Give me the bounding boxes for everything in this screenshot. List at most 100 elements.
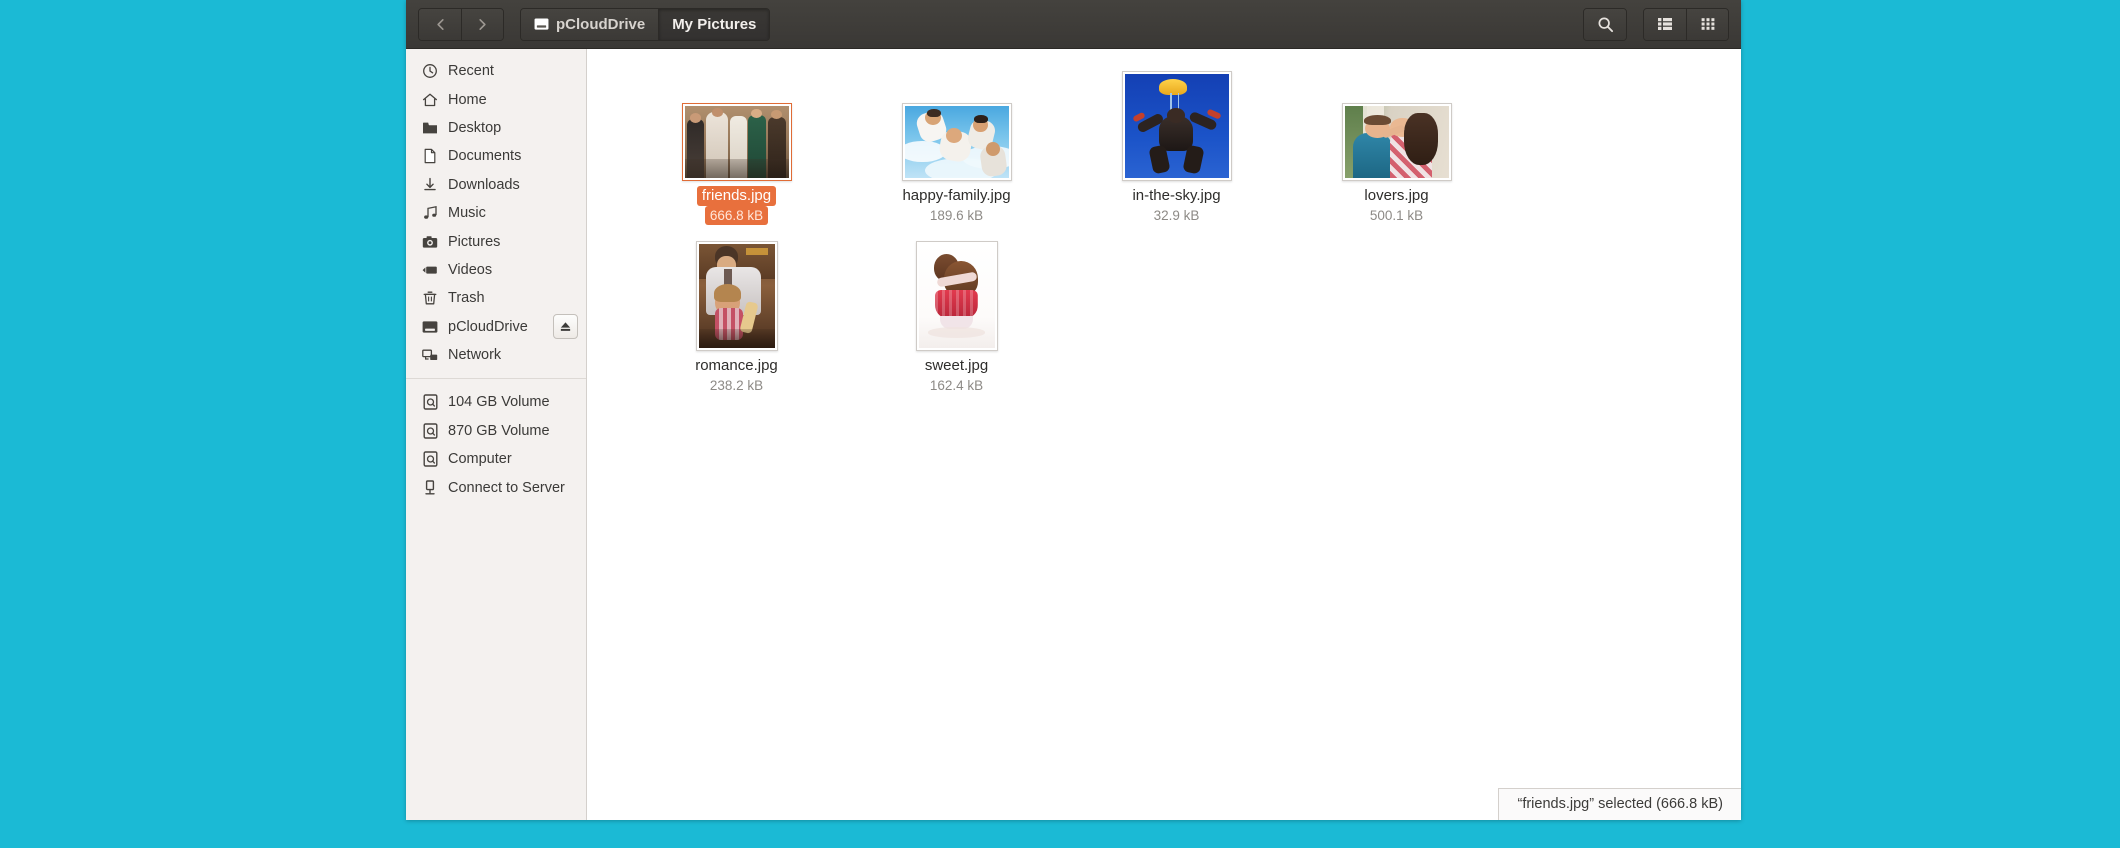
- file-name: romance.jpg: [690, 356, 783, 376]
- sidebar-item-home[interactable]: Home: [406, 85, 586, 113]
- file-item[interactable]: lovers.jpg 500.1 kB: [1309, 65, 1484, 225]
- header-bar: pCloudDrive My Pictures: [406, 0, 1741, 49]
- breadcrumb-label: pCloudDrive: [556, 16, 645, 33]
- sidebar-separator: [406, 378, 586, 379]
- sidebar-item-network[interactable]: Network: [406, 341, 586, 369]
- sidebar-item-label: 870 GB Volume: [448, 423, 550, 439]
- header-actions: [1583, 8, 1729, 41]
- sidebar-item-documents[interactable]: Documents: [406, 142, 586, 170]
- sidebar-item-label: Trash: [448, 290, 485, 306]
- thumbnail: [916, 241, 998, 351]
- sidebar-item-label: Network: [448, 347, 501, 363]
- drive-icon: [422, 319, 438, 335]
- search-icon[interactable]: [1584, 9, 1626, 40]
- server-icon: [422, 480, 438, 496]
- thumbnail: [682, 103, 792, 181]
- video-camera-icon: [422, 262, 438, 278]
- sidebar-item-label: Recent: [448, 63, 494, 79]
- breadcrumb-item-my-pictures[interactable]: My Pictures: [658, 9, 769, 40]
- file-labels: in-the-sky.jpg 32.9 kB: [1127, 186, 1225, 225]
- file-item[interactable]: sweet.jpg 162.4 kB: [869, 235, 1044, 395]
- thumbnail: [1122, 71, 1232, 181]
- thumbnail: [902, 103, 1012, 181]
- sidebar-item-label: Computer: [448, 451, 512, 467]
- sidebar-item-videos[interactable]: Videos: [406, 256, 586, 284]
- file-name: friends.jpg: [697, 186, 776, 206]
- file-name: lovers.jpg: [1359, 186, 1433, 206]
- grid-view-icon[interactable]: [1686, 9, 1728, 40]
- thumbnail-wrapper: [916, 239, 998, 351]
- download-icon: [422, 177, 438, 193]
- sidebar: Recent Home Desktop Documents: [406, 49, 587, 820]
- file-manager-window: pCloudDrive My Pictures: [406, 0, 1741, 820]
- thumbnail-image: [685, 106, 789, 178]
- music-note-icon: [422, 205, 438, 221]
- sidebar-item-recent[interactable]: Recent: [406, 57, 586, 85]
- file-labels: romance.jpg 238.2 kB: [690, 356, 783, 395]
- folder-icon: [422, 120, 438, 136]
- thumbnail-wrapper: [1342, 69, 1452, 181]
- document-icon: [422, 148, 438, 164]
- sidebar-item-label: Connect to Server: [448, 480, 565, 496]
- file-name: in-the-sky.jpg: [1127, 186, 1225, 206]
- file-size: 162.4 kB: [925, 376, 988, 395]
- file-labels: lovers.jpg 500.1 kB: [1359, 186, 1433, 225]
- forward-button[interactable]: [461, 9, 503, 40]
- sidebar-item-label: Home: [448, 92, 487, 108]
- file-item[interactable]: in-the-sky.jpg 32.9 kB: [1089, 65, 1264, 225]
- file-size: 500.1 kB: [1365, 206, 1428, 225]
- sidebar-item-label: 104 GB Volume: [448, 394, 550, 410]
- breadcrumb: pCloudDrive My Pictures: [520, 8, 770, 41]
- view-mode-group: [1643, 8, 1729, 41]
- sidebar-item-music[interactable]: Music: [406, 199, 586, 227]
- file-item[interactable]: happy-family.jpg 189.6 kB: [869, 65, 1044, 225]
- file-item[interactable]: romance.jpg 238.2 kB: [649, 235, 824, 395]
- drive-icon: [534, 18, 549, 31]
- breadcrumb-label: My Pictures: [672, 16, 756, 33]
- list-view-icon[interactable]: [1644, 9, 1686, 40]
- trash-icon: [422, 290, 438, 306]
- sidebar-item-104gb-volume[interactable]: 104 GB Volume: [406, 388, 586, 416]
- thumbnail-image: [919, 244, 995, 348]
- sidebar-item-label: Pictures: [448, 234, 500, 250]
- navigation-buttons: [418, 8, 504, 41]
- sidebar-item-connect-to-server[interactable]: Connect to Server: [406, 473, 586, 501]
- sidebar-item-870gb-volume[interactable]: 870 GB Volume: [406, 417, 586, 445]
- sidebar-item-pclouddrive[interactable]: pCloudDrive: [406, 313, 586, 341]
- thumbnail-image: [905, 106, 1009, 178]
- eject-button[interactable]: [553, 314, 578, 339]
- breadcrumb-item-pclouddrive[interactable]: pCloudDrive: [521, 9, 658, 40]
- thumbnail-image: [1125, 74, 1229, 178]
- file-name: sweet.jpg: [920, 356, 993, 376]
- thumbnail: [696, 241, 778, 351]
- status-bar: “friends.jpg” selected (666.8 kB): [1498, 788, 1741, 820]
- thumbnail: [1342, 103, 1452, 181]
- sidebar-item-trash[interactable]: Trash: [406, 284, 586, 312]
- thumbnail-wrapper: [682, 69, 792, 181]
- back-button[interactable]: [419, 9, 461, 40]
- sidebar-item-computer[interactable]: Computer: [406, 445, 586, 473]
- harddisk-icon: [422, 451, 438, 467]
- file-list-area[interactable]: friends.jpg 666.8 kB: [587, 49, 1741, 820]
- file-item[interactable]: friends.jpg 666.8 kB: [649, 65, 824, 225]
- network-icon: [422, 347, 438, 363]
- sidebar-item-label: Videos: [448, 262, 492, 278]
- search-group: [1583, 8, 1627, 41]
- home-icon: [422, 92, 438, 108]
- sidebar-item-label: Documents: [448, 148, 521, 164]
- file-labels: sweet.jpg 162.4 kB: [920, 356, 993, 395]
- thumbnail-image: [1345, 106, 1449, 178]
- sidebar-item-label: Desktop: [448, 120, 501, 136]
- file-name: happy-family.jpg: [897, 186, 1015, 206]
- sidebar-item-pictures[interactable]: Pictures: [406, 227, 586, 255]
- harddisk-icon: [422, 423, 438, 439]
- sidebar-item-label: Music: [448, 205, 486, 221]
- sidebar-item-downloads[interactable]: Downloads: [406, 171, 586, 199]
- sidebar-item-label: Downloads: [448, 177, 520, 193]
- file-labels: happy-family.jpg 189.6 kB: [897, 186, 1015, 225]
- window-body: Recent Home Desktop Documents: [406, 49, 1741, 820]
- thumbnail-wrapper: [696, 239, 778, 351]
- file-size: 32.9 kB: [1149, 206, 1205, 225]
- sidebar-item-desktop[interactable]: Desktop: [406, 114, 586, 142]
- file-size: 238.2 kB: [705, 376, 768, 395]
